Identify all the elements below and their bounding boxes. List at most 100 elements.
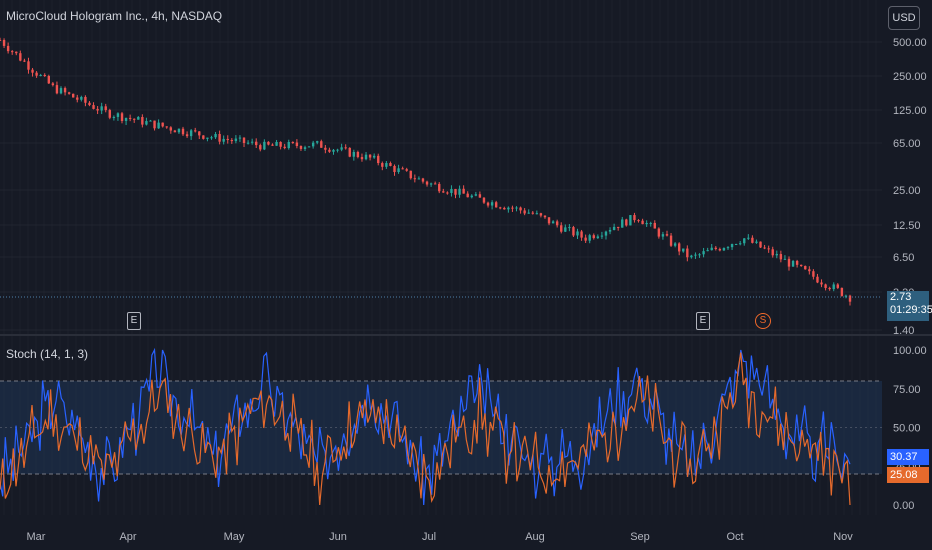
candle-body: [551, 221, 555, 224]
earnings-marker[interactable]: E: [127, 312, 141, 330]
candle-body: [234, 138, 238, 142]
bar-countdown: 01:29:35: [890, 304, 932, 316]
candle-body: [133, 118, 136, 120]
price-tick-label: 250.00: [893, 71, 927, 83]
candle-body: [316, 141, 319, 143]
candle-body: [59, 88, 63, 94]
candle-body: [621, 219, 624, 228]
candle-body: [177, 128, 181, 133]
candle-body: [686, 248, 689, 258]
candle-body: [625, 219, 628, 226]
candle-body: [511, 207, 514, 209]
candle-body: [755, 241, 758, 243]
candle-body: [23, 60, 26, 62]
candle-body: [661, 234, 665, 237]
candle-body: [72, 93, 75, 98]
candle-body: [503, 207, 506, 210]
candle-body: [682, 248, 685, 252]
candle-body: [840, 287, 844, 296]
candle-body: [653, 222, 656, 229]
price-tick-label: 65.00: [893, 138, 921, 150]
candle-body: [665, 234, 669, 236]
candle-body: [409, 170, 412, 179]
candle-body: [808, 269, 811, 272]
candle-body: [295, 142, 299, 146]
candle-body: [791, 260, 795, 267]
last-price-tag: 2.73 01:29:35: [887, 291, 932, 321]
price-tick-label: 500.00: [893, 37, 927, 49]
candle-body: [226, 138, 229, 140]
candle-body: [104, 106, 107, 111]
candle-body: [743, 238, 746, 244]
candle-body: [694, 254, 697, 256]
candle-body: [726, 247, 730, 249]
candle-body: [222, 138, 225, 142]
candle-body: [198, 131, 201, 136]
candle-body: [263, 141, 266, 150]
candle-body: [250, 141, 254, 143]
time-axis-label: Jul: [422, 531, 436, 543]
price-tick-label: 25.00: [893, 185, 921, 197]
candle-body: [677, 243, 681, 252]
candle-body: [539, 213, 543, 216]
candle-body: [608, 230, 612, 232]
candle-body: [116, 113, 120, 117]
candle-body: [287, 142, 290, 149]
candle-body: [730, 244, 734, 248]
candle-body: [92, 105, 95, 109]
candle-body: [425, 181, 429, 185]
candle-body: [783, 258, 787, 260]
candle-body: [108, 110, 112, 118]
currency-button[interactable]: USD: [888, 6, 920, 30]
stoch-tick-label: 100.00: [893, 345, 927, 357]
stoch-tick-label: 75.00: [893, 384, 921, 396]
candle-body: [633, 215, 636, 221]
earnings-marker[interactable]: E: [696, 312, 710, 330]
candle-body: [604, 231, 608, 236]
candle-body: [702, 251, 705, 255]
candle-body: [242, 137, 246, 143]
candle-body: [55, 85, 59, 94]
candle-body: [592, 235, 595, 239]
candle-body: [381, 163, 384, 167]
price-tick-label: 125.00: [893, 105, 927, 117]
candle-body: [27, 61, 30, 70]
candle-body: [596, 236, 600, 239]
candle-body: [763, 247, 766, 249]
candle-body: [523, 210, 526, 214]
candle-body: [206, 137, 209, 139]
candle-body: [348, 147, 351, 157]
candle-body: [39, 74, 42, 76]
candle-body: [706, 250, 709, 252]
candle-body: [629, 215, 632, 226]
split-marker[interactable]: S: [755, 313, 771, 329]
candle-body: [153, 120, 156, 129]
candle-body: [588, 235, 591, 241]
chart-canvas[interactable]: 500.00250.00125.0065.0025.0012.506.503.2…: [0, 0, 932, 550]
candle-body: [799, 264, 803, 267]
candle-body: [11, 51, 14, 53]
candle-body: [657, 228, 661, 237]
candle-body: [385, 163, 388, 167]
candle-body: [519, 207, 522, 211]
candle-body: [616, 226, 620, 228]
candle-body: [836, 284, 839, 288]
candle-body: [641, 220, 644, 225]
candle-body: [673, 243, 677, 246]
candle-body: [572, 227, 575, 236]
time-axis-label: Sep: [630, 531, 650, 543]
stoch-title[interactable]: Stoch (14, 1, 3): [6, 347, 88, 361]
candle-body: [230, 139, 234, 142]
candle-body: [141, 117, 144, 125]
candle-body: [507, 207, 510, 210]
candle-body: [637, 220, 640, 222]
candle-body: [389, 163, 392, 166]
candle-body: [429, 183, 433, 185]
price-tick-label: 12.50: [893, 220, 921, 232]
candle-body: [202, 135, 205, 139]
stoch-d-tag: 25.08: [887, 467, 929, 483]
candle-body: [738, 243, 742, 245]
candle-body: [96, 108, 99, 111]
candle-body: [88, 102, 91, 106]
candle-body: [352, 151, 356, 157]
